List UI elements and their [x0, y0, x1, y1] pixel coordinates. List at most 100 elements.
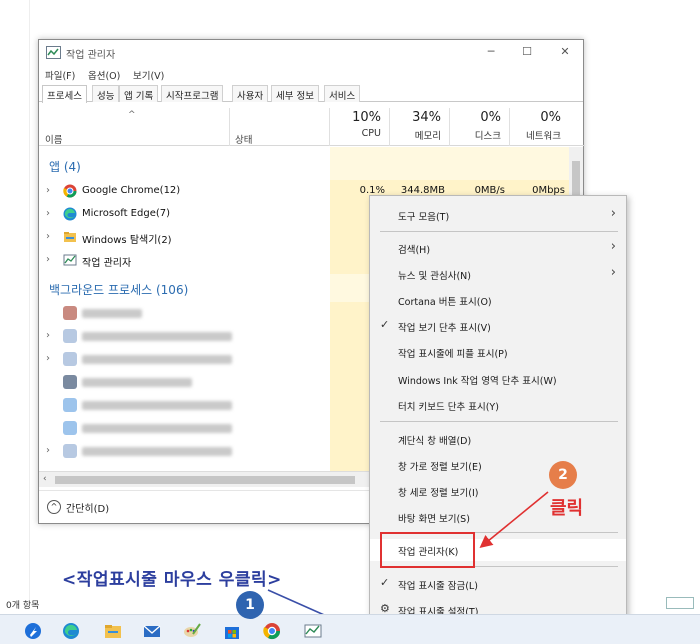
menu-separator — [380, 231, 618, 232]
app-icon — [63, 352, 77, 366]
app-icon — [63, 421, 77, 435]
expand-chevron-icon[interactable]: › — [46, 231, 50, 242]
fewer-details-icon[interactable]: ^ — [47, 500, 61, 514]
background-section-header: 백그라운드 프로세스 (106) — [49, 283, 189, 297]
highlight-box — [380, 532, 475, 568]
task-manager-icon — [46, 46, 61, 59]
blurred-name — [82, 401, 232, 410]
paint-icon[interactable] — [183, 622, 201, 640]
cpu-percent: 10% — [352, 110, 381, 125]
menu-file[interactable]: 파일(F) — [45, 68, 75, 82]
expand-chevron-icon[interactable]: › — [46, 353, 50, 364]
expand-chevron-icon[interactable]: › — [46, 445, 50, 456]
menu-item-touch-keyboard[interactable]: 터치 키보드 단추 표시(Y) — [370, 394, 626, 416]
check-icon: ✓ — [380, 576, 390, 589]
view-toggle-icon[interactable] — [666, 597, 694, 609]
fewer-details-button[interactable]: 간단히(D) — [66, 500, 109, 515]
chrome-icon — [63, 184, 77, 198]
window-title: 작업 관리자 — [66, 50, 116, 61]
menu-item-people[interactable]: 작업 표시줄에 피플 표시(P) — [370, 341, 626, 363]
taskbar[interactable] — [0, 614, 700, 644]
blurred-name — [82, 378, 192, 387]
title-bar[interactable]: 작업 관리자 ─ ☐ ✕ — [39, 40, 583, 66]
app-icon — [63, 329, 77, 343]
blurred-name — [82, 424, 232, 433]
column-cpu[interactable]: 10% CPU — [329, 110, 387, 139]
memory-label: 메모리 — [414, 131, 441, 142]
caption-text: <작업표시줄 마우스 우클릭> — [62, 570, 282, 590]
disk-label: 디스크 — [474, 131, 501, 142]
column-network[interactable]: 0% 네트워크 — [509, 110, 567, 142]
app-icon — [63, 306, 77, 320]
expand-chevron-icon[interactable]: › — [46, 330, 50, 341]
file-explorer-icon[interactable] — [104, 622, 122, 640]
tab-services[interactable]: 서비스 — [324, 85, 361, 102]
explorer-nav-pane — [0, 0, 30, 600]
menu-bar: 파일(F) 옵션(O) 보기(V) — [39, 66, 583, 84]
store-icon[interactable] — [223, 622, 241, 640]
minimize-button[interactable]: ─ — [481, 44, 501, 60]
menu-item-cortana[interactable]: Cortana 버튼 표시(O) — [370, 289, 626, 311]
task-manager-icon[interactable] — [304, 622, 322, 640]
menu-item-show-desktop[interactable]: 바탕 화면 보기(S) — [370, 506, 626, 528]
submenu-arrow-icon: › — [610, 265, 616, 280]
maximize-button[interactable]: ☐ — [517, 44, 537, 60]
scroll-left-icon[interactable]: ‹ — [43, 474, 47, 484]
app-icon — [63, 375, 77, 389]
column-memory[interactable]: 34% 메모리 — [389, 110, 447, 142]
task-manager-icon — [63, 254, 77, 266]
column-disk[interactable]: 0% 디스크 — [449, 110, 507, 142]
network-label: 네트워크 — [526, 131, 561, 142]
chrome-icon[interactable] — [263, 622, 281, 640]
tab-processes[interactable]: 프로세스 — [42, 85, 87, 103]
step-2-badge: 2 — [549, 461, 577, 489]
tab-app-history[interactable]: 앱 기록 — [119, 85, 159, 102]
start-logo-icon[interactable] — [24, 622, 42, 640]
column-name[interactable]: 이름 — [45, 132, 62, 146]
menu-item-lock-taskbar[interactable]: ✓ 작업 표시줄 잠금(L) — [370, 573, 626, 595]
close-button[interactable]: ✕ — [555, 44, 575, 60]
scroll-thumb[interactable] — [55, 476, 355, 484]
app-icon — [63, 398, 77, 412]
tab-details[interactable]: 세부 정보 — [271, 85, 319, 102]
menu-view[interactable]: 보기(V) — [133, 68, 164, 82]
apps-section-header: 앱 (4) — [49, 160, 81, 174]
menu-item-toolbars[interactable]: 도구 모음(T) › — [370, 204, 626, 226]
step-1-badge: 1 — [236, 591, 264, 619]
blurred-name — [82, 355, 232, 364]
menu-item-cascade[interactable]: 계단식 창 배열(D) — [370, 428, 626, 450]
menu-item-stacked[interactable]: 창 가로 정렬 보기(E) — [370, 454, 626, 476]
item-count-label: 0개 항목 — [6, 601, 40, 611]
expand-chevron-icon[interactable]: › — [46, 208, 50, 219]
click-label: 클릭 — [550, 498, 584, 519]
tab-startup[interactable]: 시작프로그램 — [161, 85, 224, 102]
disk-percent: 0% — [480, 110, 501, 125]
menu-item-task-view[interactable]: ✓ 작업 보기 단추 표시(V) — [370, 315, 626, 337]
expand-chevron-icon[interactable]: › — [46, 185, 50, 196]
submenu-arrow-icon: › — [610, 206, 616, 221]
cpu-label: CPU — [361, 128, 381, 139]
process-name: Google Chrome(12) — [82, 185, 181, 196]
blurred-name — [82, 309, 142, 318]
menu-options[interactable]: 옵션(O) — [88, 68, 120, 82]
blurred-name — [82, 332, 232, 341]
menu-item-search[interactable]: 검색(H) › — [370, 237, 626, 259]
tab-users[interactable]: 사용자 — [232, 85, 269, 102]
column-status[interactable]: 상태 — [235, 132, 252, 146]
process-name: 작업 관리자 — [82, 258, 132, 269]
edge-icon[interactable] — [62, 622, 80, 640]
menu-item-news[interactable]: 뉴스 및 관심사(N) › — [370, 263, 626, 285]
process-name: Microsoft Edge(7) — [82, 208, 171, 219]
column-header: ^ 이름 상태 10% CPU 34% 메모리 0% 디스크 0% 네트워크 — [39, 102, 585, 146]
tab-strip: 프로세스 성능 앱 기록 시작프로그램 사용자 세부 정보 서비스 — [39, 84, 583, 103]
menu-item-side-by-side[interactable]: 창 세로 정렬 보기(I) — [370, 480, 626, 502]
mail-icon[interactable] — [143, 622, 161, 640]
app-icon — [63, 444, 77, 458]
expand-chevron-icon[interactable]: › — [46, 254, 50, 265]
check-icon: ✓ — [380, 318, 390, 331]
menu-item-windows-ink[interactable]: Windows Ink 작업 영역 단추 표시(W) — [370, 368, 626, 390]
file-explorer-icon — [64, 232, 76, 242]
edge-icon — [63, 207, 77, 221]
tab-performance[interactable]: 성능 — [92, 85, 120, 102]
submenu-arrow-icon: › — [610, 239, 616, 254]
